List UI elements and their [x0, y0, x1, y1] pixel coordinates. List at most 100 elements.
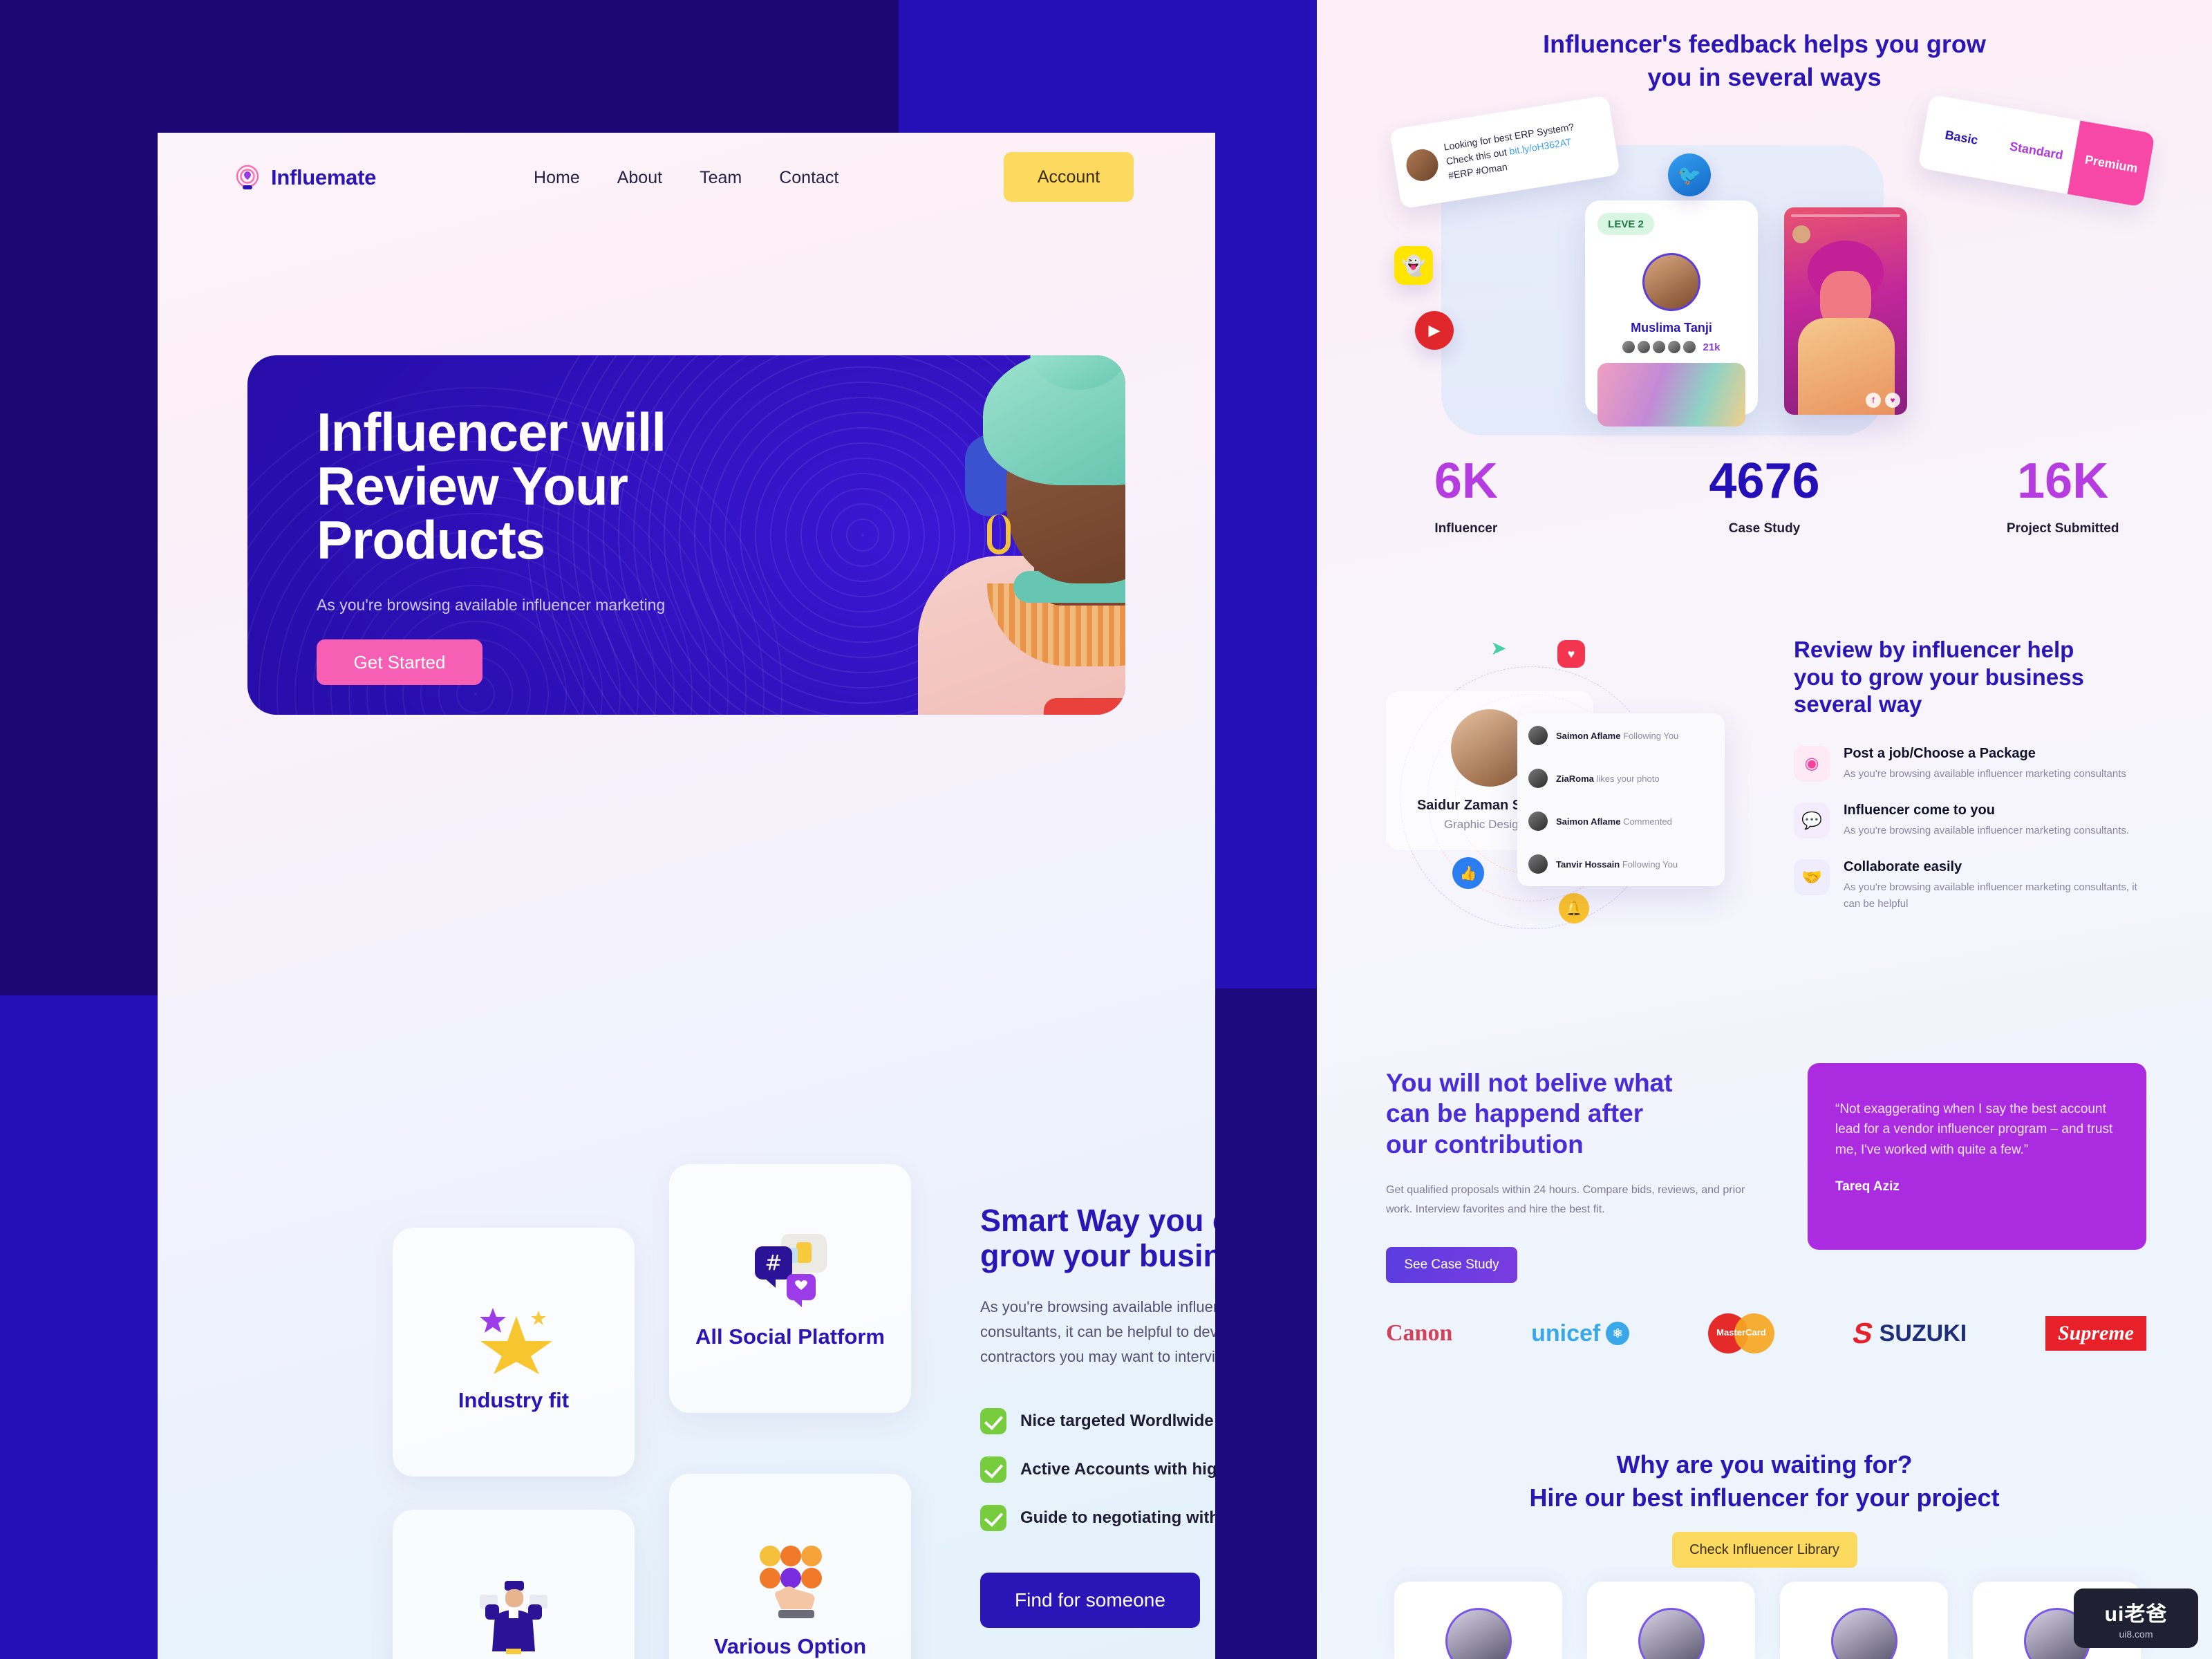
- handshake-icon: 🤝: [1794, 859, 1830, 896]
- contribution-line-3: our contribution: [1386, 1130, 1584, 1159]
- review-heading-line-3: several way: [1794, 691, 1922, 718]
- hand-select-icon: [745, 1537, 835, 1627]
- influencer-card[interactable]: [1587, 1582, 1755, 1659]
- target-person-icon: [234, 164, 261, 191]
- avatar: [1528, 812, 1548, 831]
- list-item[interactable]: Saimon Aflame Following You: [1528, 726, 1714, 745]
- feature-card-various-option[interactable]: Various Option: [669, 1474, 911, 1659]
- find-for-someone-button[interactable]: Find for someone: [980, 1573, 1200, 1629]
- check-influencer-library-button[interactable]: Check Influencer Library: [1671, 1532, 1857, 1568]
- stat-value: 16K: [2017, 453, 2109, 509]
- influencer-card[interactable]: [1780, 1582, 1948, 1659]
- check-icon: [980, 1408, 1006, 1435]
- review-heading-line-2: you to grow your business: [1794, 664, 2084, 690]
- notification-name: Tanvir Hossain: [1556, 859, 1620, 870]
- bottom-cta: Why are you waiting for? Hire our best i…: [1317, 1448, 2212, 1568]
- nav-item-team[interactable]: Team: [700, 168, 742, 188]
- smart-heading-line-1: Smart Way you can: [980, 1203, 1215, 1238]
- message-icon: 💬: [1794, 803, 1830, 839]
- feature-card-title: Industry fit: [458, 1387, 570, 1412]
- benefit-title: Influencer come to you: [1844, 803, 1995, 818]
- notification-name: Saimon Aflame: [1556, 816, 1621, 827]
- twitter-icon[interactable]: 🐦: [1668, 153, 1711, 196]
- facebook-icon: f: [1866, 393, 1881, 408]
- brand-logo-row: Canon unicef ⚛ MasterCard S SUZUKI Supre…: [1386, 1313, 2146, 1353]
- see-case-study-button[interactable]: See Case Study: [1386, 1247, 1517, 1284]
- story-card[interactable]: f ♥: [1784, 207, 1907, 415]
- stars-icon: [472, 1291, 555, 1381]
- heart-icon: ♥: [1885, 393, 1900, 408]
- checklist-item: Nice targeted Wordlwide Influencers: [980, 1408, 1215, 1435]
- check-icon: [980, 1505, 1006, 1532]
- watermark: ui老爸 ui8.com: [2074, 1588, 2198, 1648]
- stats-row: 6K Influencer 4676 Case Study 16K Projec…: [1317, 456, 2212, 536]
- notification-action: Following You: [1623, 730, 1679, 741]
- smart-way-section: Smart Way you can grow your business As …: [980, 1203, 1215, 1629]
- plan-tab-basic[interactable]: Basic: [1918, 94, 2006, 181]
- brand-label: SUZUKI: [1879, 1320, 1967, 1347]
- benefit-title: Post a job/Choose a Package: [1844, 745, 2036, 761]
- feature-card-title: All Social Platform: [695, 1324, 885, 1349]
- account-button[interactable]: Account: [1004, 152, 1134, 202]
- post-thumbnail: [1597, 363, 1745, 427]
- stat-project-submitted: 16K Project Submitted: [1913, 456, 2212, 536]
- list-item[interactable]: ZiaRoma likes your photo: [1528, 769, 1714, 788]
- brand-label: MasterCard: [1716, 1327, 1766, 1338]
- feature-card-industry-fit[interactable]: Industry fit: [393, 1228, 635, 1477]
- benefit-desc: As you're browsing available influencer …: [1844, 881, 2137, 910]
- smart-heading-line-2: grow your business: [980, 1238, 1215, 1274]
- stat-value: 4676: [1709, 453, 1820, 509]
- nav-item-about[interactable]: About: [617, 168, 662, 188]
- notification-list: Saimon Aflame Following You ZiaRoma like…: [1517, 713, 1725, 886]
- avatar: [1404, 147, 1441, 184]
- snapchat-icon[interactable]: 👻: [1394, 246, 1433, 285]
- tweet-text: Looking for best ERP System? Check this …: [1443, 120, 1580, 183]
- chat-bubbles-icon: #: [745, 1228, 835, 1318]
- feature-card-highly-professional[interactable]: Highly Professional: [393, 1510, 635, 1659]
- level-badge: LEVE 2: [1597, 213, 1654, 235]
- youtube-icon[interactable]: ▶: [1415, 311, 1454, 350]
- contribution-heading: You will not belive what can be happend …: [1386, 1068, 1745, 1160]
- influencer-card[interactable]: [1394, 1582, 1562, 1659]
- influencer-profile-card[interactable]: LEVE 2 Muslima Tanji 21k: [1585, 200, 1758, 427]
- plan-tab-standard[interactable]: Standard: [1992, 107, 2081, 194]
- check-icon: [980, 1456, 1006, 1483]
- plan-tab-premium[interactable]: Premium: [2067, 120, 2155, 207]
- review-heading-line-1: Review by influencer help: [1794, 637, 2074, 662]
- benefit-item-influencer-come-to-you: 💬 Influencer come to you As you're brows…: [1794, 803, 2146, 839]
- main-nav: Home About Team Contact: [534, 168, 838, 188]
- hero-title-line-1: Influencer will: [317, 402, 666, 462]
- hero-banner: Influencer will Review Your Products As …: [247, 355, 1125, 715]
- testimonial-quote: “Not exaggerating when I say the best ac…: [1835, 1102, 2113, 1157]
- avatar: [1792, 225, 1810, 243]
- brand-logo[interactable]: Influemate: [234, 164, 376, 191]
- benefit-item-collaborate-easily: 🤝 Collaborate easily As you're browsing …: [1794, 859, 2146, 912]
- right-panel-title: Influencer's feedback helps you grow you…: [1317, 28, 2212, 93]
- list-item[interactable]: Saimon Aflame Commented: [1528, 812, 1714, 831]
- watermark-logo: ui老爸: [2104, 1603, 2168, 1626]
- get-started-button[interactable]: Get Started: [317, 639, 482, 685]
- nav-item-home[interactable]: Home: [534, 168, 580, 188]
- stat-label: Project Submitted: [2006, 521, 2119, 536]
- feature-card-all-social-platform[interactable]: # All Social Platform: [669, 1164, 911, 1413]
- smart-way-body: As you're browsing available influencer …: [980, 1297, 1215, 1366]
- stat-value: 6K: [1434, 453, 1498, 509]
- list-item[interactable]: Tanvir Hossain Following You: [1528, 854, 1714, 874]
- smart-way-heading: Smart Way you can grow your business: [980, 1203, 1215, 1274]
- contribution-line-2: can be happend after: [1386, 1099, 1644, 1128]
- notification-action: likes your photo: [1596, 773, 1660, 784]
- cta-heading: Why are you waiting for? Hire our best i…: [1317, 1448, 2212, 1514]
- globe-icon: ⚛: [1606, 1322, 1630, 1345]
- testimonial-author: Tareq Aziz: [1835, 1179, 1900, 1194]
- stat-case-study: 4676 Case Study: [1615, 456, 1914, 536]
- nav-item-contact[interactable]: Contact: [779, 168, 838, 188]
- cta-line-1: Why are you waiting for?: [1616, 1450, 1913, 1479]
- professional-person-icon: [469, 1573, 559, 1659]
- review-illustration: ➤ ♥ 👍 🔔 Saidur Zaman Saimon Graphic Desi…: [1386, 637, 1745, 954]
- brand-logo-suzuki: S SUZUKI: [1850, 1317, 1967, 1350]
- avatar: [1642, 253, 1700, 311]
- influencer-avatar-row: [1394, 1582, 2141, 1659]
- landing-page-card: Influemate Home About Team Contact Accou…: [158, 133, 1215, 1659]
- right-title-line-2: you in several ways: [1647, 62, 1882, 91]
- feature-card-title: Various Option: [713, 1633, 867, 1658]
